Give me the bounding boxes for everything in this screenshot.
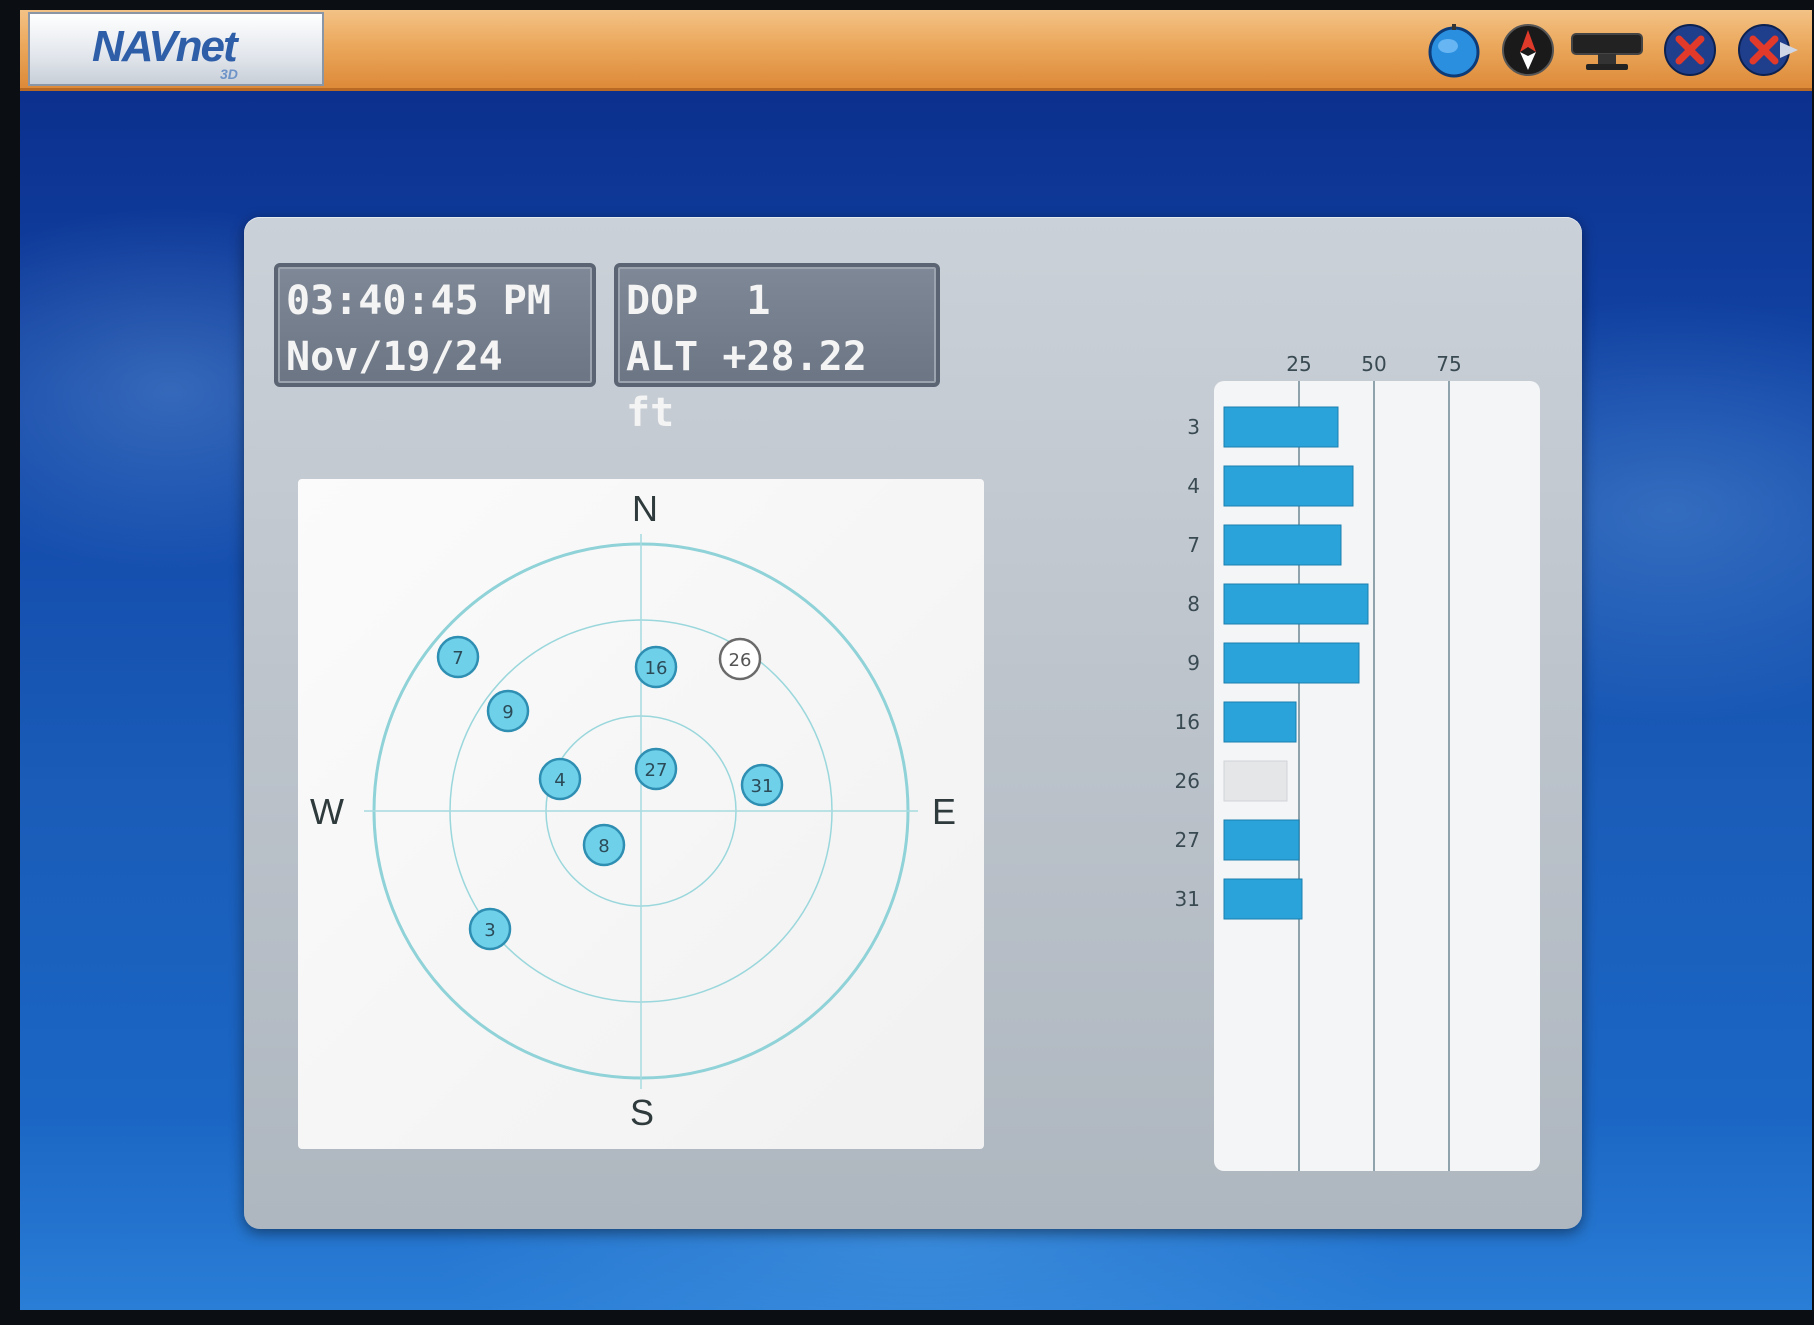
- satellite-id-label: 8: [598, 836, 609, 857]
- chart-bar: [1223, 406, 1339, 448]
- chart-category-label: 27: [1175, 828, 1200, 852]
- date-readout: Nov/19/24: [286, 334, 503, 380]
- satellite-skyplot: N S E W 7 9 16 26 4 27 31 8 3: [298, 479, 984, 1149]
- satellite-id-label: 9: [502, 702, 513, 723]
- signal-chart-canvas: 25 50 75 3 4 7 8 9 16 26 27 31: [1175, 352, 1540, 1171]
- gps-status-panel: 03:40:45 PM Nov/19/24 DOP 1 ALT +28.22 f…: [244, 217, 1582, 1229]
- chart-category-label: 31: [1175, 887, 1200, 911]
- chart-tick-label: 25: [1286, 352, 1311, 376]
- west-label: W: [310, 791, 344, 832]
- chart-category-label: 8: [1187, 592, 1200, 616]
- satellite-marker: 27: [634, 747, 678, 791]
- chart-category-label: 3: [1187, 415, 1200, 439]
- chart-category-label: 7: [1187, 533, 1200, 557]
- satellite-id-label: 3: [484, 920, 495, 941]
- logo-sub-text: 3D: [220, 66, 238, 82]
- chart-bar: [1223, 465, 1354, 507]
- logo-main-text: NAVnet: [92, 22, 238, 71]
- signal-strength-chart: 25 50 75 3 4 7 8 9 16 26 27 31: [1154, 347, 1554, 1177]
- top-bar: NAVnet 3D: [20, 10, 1812, 91]
- satellite-id-label: 27: [645, 760, 668, 781]
- satellite-id-label: 16: [645, 658, 668, 679]
- satellite-marker: 8: [582, 823, 626, 867]
- satellite-markers: 7 9 16 26 4 27 31 8 3: [436, 635, 784, 951]
- back-icon[interactable]: [1732, 20, 1802, 80]
- satellite-marker: 4: [538, 757, 582, 801]
- satellite-id-label: 7: [452, 648, 463, 669]
- satellite-marker: 3: [468, 907, 512, 951]
- south-label: S: [630, 1092, 654, 1133]
- chart-bar: [1223, 583, 1369, 625]
- satellite-marker: 16: [634, 645, 678, 689]
- chart-bar: [1223, 819, 1300, 861]
- navnet-logo: NAVnet 3D: [28, 12, 324, 86]
- dop-altitude-box: DOP 1 ALT +28.22 ft: [614, 263, 940, 436]
- chart-tick-label: 75: [1436, 352, 1461, 376]
- display-icon[interactable]: [1568, 20, 1646, 80]
- globe-icon[interactable]: [1424, 20, 1484, 80]
- time-date-box: 03:40:45 PM Nov/19/24: [274, 263, 596, 387]
- altitude-readout: ALT +28.22 ft: [626, 334, 867, 436]
- east-label: E: [932, 791, 956, 832]
- chart-tick-labels: 25 50 75: [1286, 352, 1461, 376]
- north-label: N: [632, 488, 658, 529]
- chart-bar: [1223, 701, 1297, 743]
- skyplot-canvas: N S E W 7 9 16 26 4 27 31 8 3: [310, 488, 956, 1133]
- compass-icon[interactable]: [1498, 20, 1558, 80]
- close-red-icon[interactable]: [1660, 20, 1720, 80]
- satellite-marker: 31: [740, 763, 784, 807]
- screen: NAVnet 3D 03:40:45 PM Nov/19/24 DOP 1 AL…: [20, 10, 1812, 1310]
- chart-bar: [1223, 642, 1360, 684]
- chart-bar: [1223, 760, 1288, 802]
- chart-category-labels: 3 4 7 8 9 16 26 27 31: [1175, 415, 1200, 911]
- time-readout: 03:40:45 PM: [286, 278, 551, 324]
- satellite-id-label: 31: [751, 776, 774, 797]
- chart-category-label: 26: [1175, 769, 1200, 793]
- chart-category-label: 4: [1187, 474, 1200, 498]
- chart-bar: [1223, 878, 1303, 920]
- satellite-id-label: 26: [729, 650, 752, 671]
- dop-readout: DOP 1: [626, 278, 771, 324]
- satellite-id-label: 4: [554, 770, 565, 791]
- chart-category-label: 9: [1187, 651, 1200, 675]
- satellite-marker: 26: [718, 637, 762, 681]
- chart-category-label: 16: [1175, 710, 1200, 734]
- chart-bar: [1223, 524, 1342, 566]
- satellite-marker: 9: [486, 689, 530, 733]
- satellite-marker: 7: [436, 635, 480, 679]
- chart-tick-label: 50: [1361, 352, 1386, 376]
